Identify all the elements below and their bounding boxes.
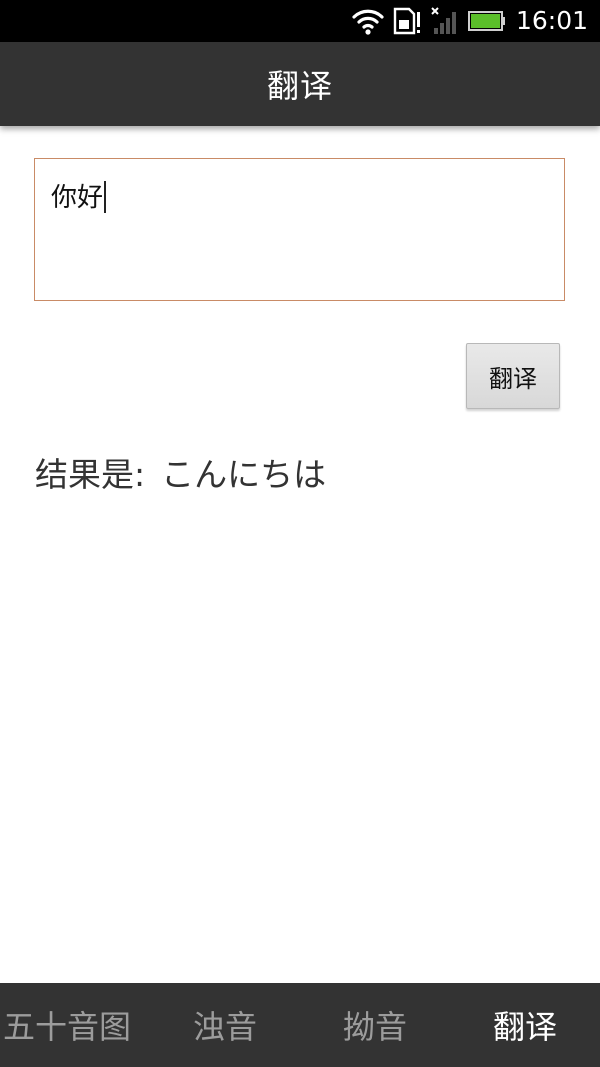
translate-input-value: 你好 xyxy=(51,180,106,215)
sim-card-alert-icon xyxy=(393,7,420,35)
result-value: こんにちは xyxy=(161,455,327,494)
result-line: 结果是: こんにちは xyxy=(35,452,326,498)
translate-input[interactable]: 你好 xyxy=(34,158,565,301)
status-time: 16:01 xyxy=(515,6,588,35)
status-bar: 16:01 xyxy=(0,0,600,42)
tab-dakuon[interactable]: 浊音 xyxy=(150,983,300,1067)
tab-youon[interactable]: 拗音 xyxy=(300,983,450,1067)
bottom-tab-bar: 五十音图 浊音 拗音 翻译 xyxy=(0,983,600,1067)
tab-translate[interactable]: 翻译 xyxy=(450,983,600,1067)
no-signal-icon xyxy=(431,7,456,34)
wifi-icon xyxy=(352,9,384,35)
result-label: 结果是: xyxy=(35,455,146,494)
input-text-value: 你好 xyxy=(51,183,104,213)
translate-button[interactable]: 翻译 xyxy=(466,343,560,409)
tab-gojuon[interactable]: 五十音图 xyxy=(0,983,150,1067)
page-title: 翻译 xyxy=(266,67,333,105)
status-icons: 16:01 xyxy=(352,0,600,42)
battery-icon xyxy=(467,11,505,31)
text-cursor xyxy=(104,180,106,213)
title-bar: 翻译 xyxy=(0,42,600,126)
